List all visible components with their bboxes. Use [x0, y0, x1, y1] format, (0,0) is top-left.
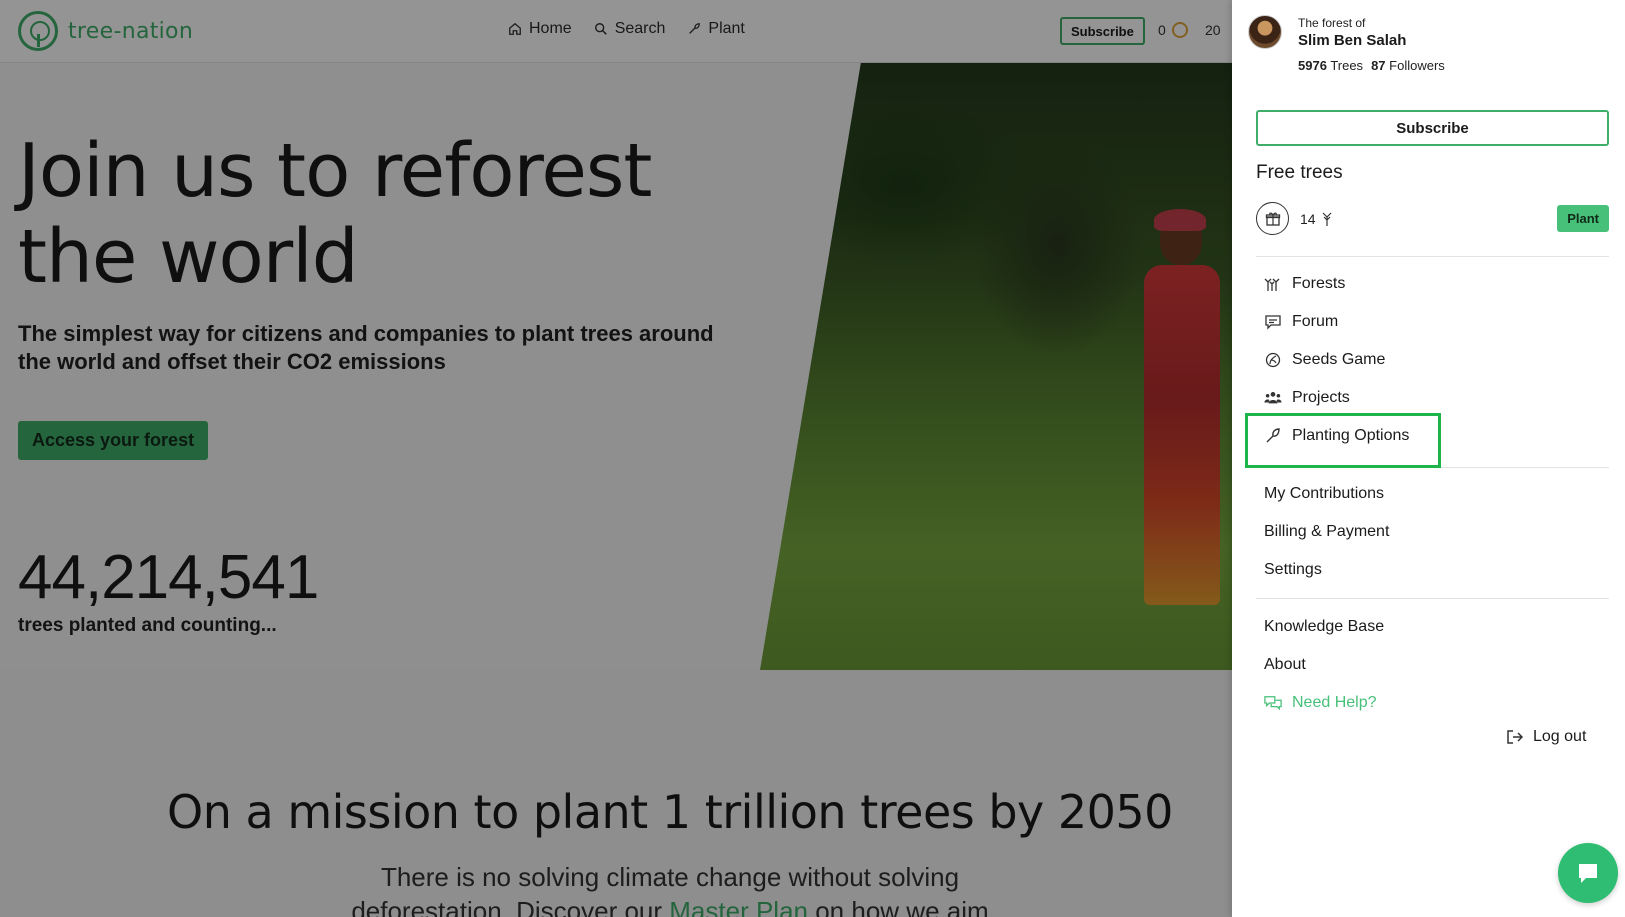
tree-icon [1322, 212, 1332, 226]
divider [1256, 256, 1609, 257]
divider [1256, 598, 1609, 599]
free-plant-button[interactable]: Plant [1557, 205, 1609, 232]
avatar[interactable] [1248, 15, 1282, 49]
info-menu: Knowledge Base About Need Help? [1264, 608, 1384, 722]
followers-count: 87 [1371, 58, 1386, 73]
menu-item-billing-payment[interactable]: Billing & Payment [1264, 513, 1389, 551]
menu-item-my-contributions[interactable]: My Contributions [1264, 475, 1389, 513]
menu-item-label: Seeds Game [1292, 351, 1386, 368]
account-menu: My Contributions Billing & Payment Setti… [1264, 475, 1389, 589]
profile-header[interactable]: The forest of Slim Ben Salah 5976 Trees … [1248, 15, 1445, 73]
logout-icon [1507, 730, 1524, 744]
menu-item-label: Forum [1292, 313, 1339, 330]
trees-label: Trees [1330, 58, 1364, 73]
profile-stats: 5976 Trees 87 Followers [1298, 58, 1445, 73]
chat-support-button[interactable] [1558, 843, 1618, 903]
menu-item-knowledge-base[interactable]: Knowledge Base [1264, 608, 1384, 646]
menu-item-about[interactable]: About [1264, 646, 1384, 684]
chat-icon [1579, 864, 1597, 883]
trees-count: 5976 [1298, 58, 1327, 73]
logout-label: Log out [1533, 728, 1587, 745]
forest-of-label: The forest of [1298, 16, 1366, 30]
menu-item-label: Need Help? [1292, 694, 1377, 711]
free-trees-row: 14 Plant [1256, 202, 1609, 236]
free-trees-value: 14 [1300, 211, 1316, 227]
forum-icon [1265, 315, 1281, 330]
planting-options-highlight [1245, 413, 1441, 468]
user-name[interactable]: Slim Ben Salah [1298, 32, 1445, 49]
free-trees-count: 14 [1300, 211, 1334, 227]
menu-item-label: Forests [1292, 275, 1346, 292]
panel-subscribe-button[interactable]: Subscribe [1256, 110, 1609, 146]
menu-item-forum[interactable]: Forum [1264, 303, 1409, 341]
menu-item-settings[interactable]: Settings [1264, 551, 1389, 589]
menu-item-projects[interactable]: Projects [1264, 379, 1409, 417]
menu-item-label: Projects [1292, 389, 1350, 406]
overlay-backdrop[interactable] [0, 0, 1232, 917]
followers-label: Followers [1389, 58, 1445, 73]
help-chat-icon [1264, 696, 1282, 711]
menu-item-need-help[interactable]: Need Help? [1264, 684, 1384, 722]
people-icon [1264, 392, 1282, 404]
menu-item-forests[interactable]: Forests [1264, 265, 1409, 303]
gift-icon [1256, 202, 1289, 235]
logout-button[interactable]: Log out [1506, 728, 1586, 746]
free-trees-title: Free trees [1256, 162, 1343, 183]
forest-icon [1264, 278, 1280, 291]
menu-item-seeds-game[interactable]: Seeds Game [1264, 341, 1409, 379]
seed-icon [1265, 352, 1281, 368]
